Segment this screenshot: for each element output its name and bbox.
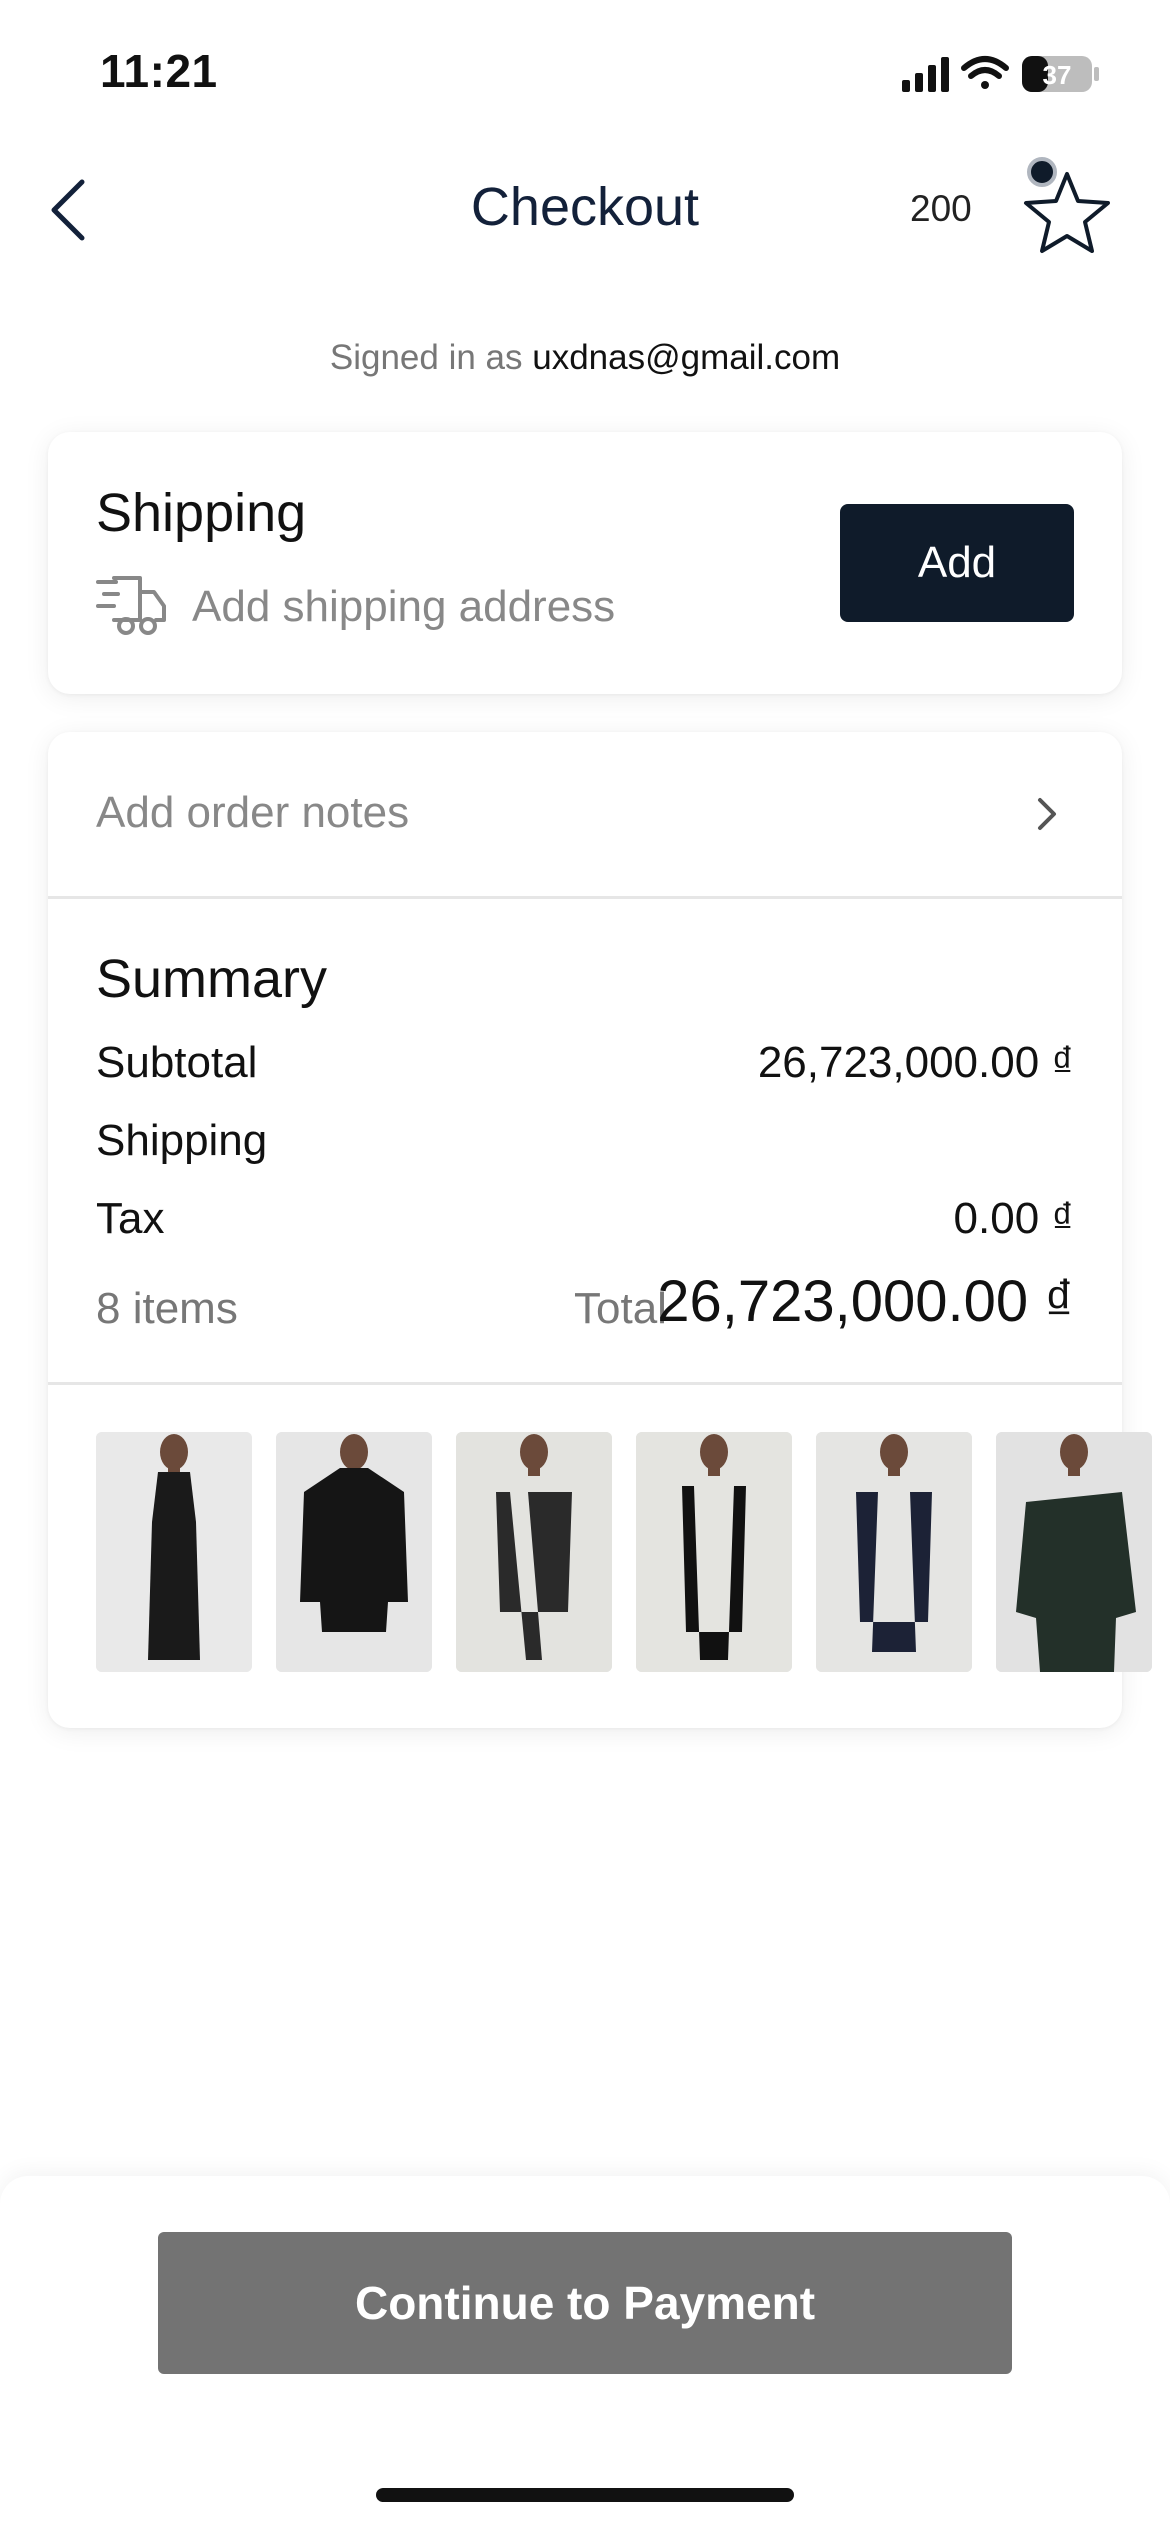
summary-title: Summary (96, 949, 328, 1009)
battery-icon: 37 (1022, 56, 1099, 92)
shipping-cost-label: Shipping (96, 1116, 268, 1165)
product-thumbnail[interactable] (816, 1432, 972, 1672)
product-thumbnail[interactable] (456, 1432, 612, 1672)
continue-to-payment-button[interactable]: Continue to Payment (158, 2232, 1012, 2374)
subtotal-label: Subtotal (96, 1038, 258, 1087)
status-time: 11:21 (100, 45, 218, 97)
wifi-icon (961, 56, 1009, 89)
add-shipping-address-link[interactable]: Add shipping address (192, 582, 615, 632)
order-card: Add order notes Summary Subtotal 26,723,… (48, 732, 1152, 1728)
add-shipping-button[interactable]: Add (840, 504, 1074, 622)
chevron-right-icon (1038, 798, 1056, 830)
tax-value: 0.00 ₫ (953, 1194, 1074, 1243)
signed-in-label: Signed in as (329, 338, 523, 377)
product-thumbnail[interactable] (636, 1432, 792, 1672)
order-notes-label: Add order notes (96, 788, 410, 837)
total-label: Total (574, 1284, 667, 1333)
order-notes-row[interactable]: Add order notes (48, 732, 1122, 899)
total-value: 26,723,000.00 ₫ (657, 1269, 1074, 1334)
cellular-signal-icon (902, 57, 949, 92)
star-icon (1024, 157, 1110, 253)
subtotal-value: 26,723,000.00 ₫ (757, 1038, 1074, 1087)
total-row: 8 items Total 26,723,000.00 ₫ (96, 1268, 1074, 1338)
shipping-card: Shipping Add shipping address Add (48, 432, 1122, 694)
product-thumbnail[interactable] (276, 1432, 432, 1672)
tax-label: Tax (96, 1194, 165, 1243)
product-thumbnail[interactable] (96, 1432, 252, 1672)
page-title: Checkout (470, 177, 700, 237)
status-bar: 11:21 37 (0, 0, 1170, 150)
delivery-truck-icon (96, 574, 168, 640)
product-thumbnails[interactable] (96, 1432, 1166, 1672)
product-thumbnail[interactable] (996, 1432, 1152, 1672)
battery-level: 37 (1043, 60, 1072, 90)
header: Checkout 200 (0, 150, 1170, 270)
items-count: 8 items (96, 1284, 238, 1333)
signed-in-info: Signed in as uxdnas@gmail.com (0, 338, 1170, 378)
account-email: uxdnas@gmail.com (532, 338, 841, 377)
home-indicator (376, 2488, 794, 2502)
bottom-bar: Continue to Payment (0, 2176, 1170, 2532)
points-count: 200 (910, 188, 972, 229)
shipping-title: Shipping (96, 483, 307, 543)
status-icons: 37 (902, 52, 1112, 96)
favorites-button[interactable] (1012, 156, 1122, 266)
divider (48, 1382, 1122, 1385)
